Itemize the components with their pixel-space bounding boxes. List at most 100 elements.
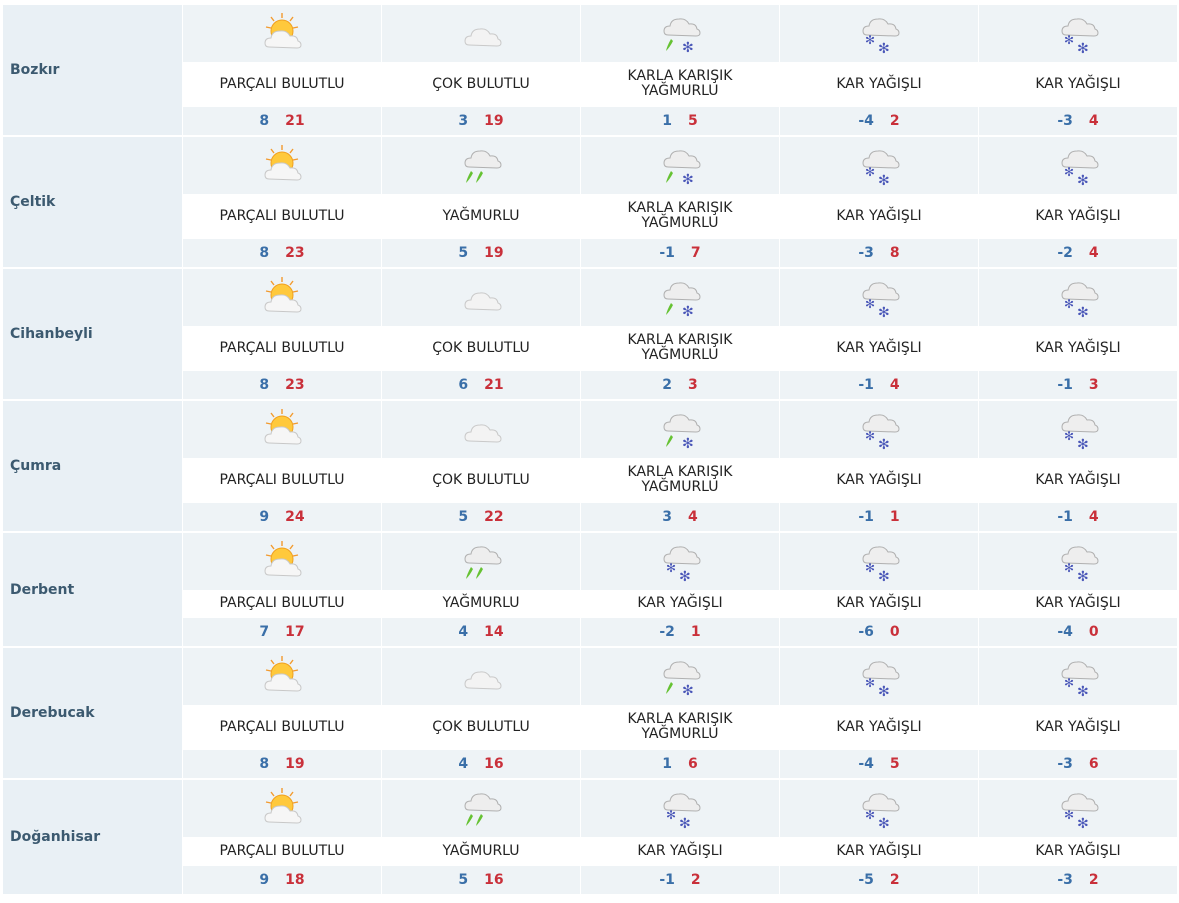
max-temperature: 2	[889, 872, 900, 889]
svg-text:✻: ✻	[1064, 429, 1074, 443]
condition-cell: PARÇALI BULUTLU	[183, 325, 382, 372]
condition-cell: KAR YAĞIŞLI	[581, 836, 780, 867]
temperature-cell: -3 6	[979, 750, 1177, 778]
max-temperature: 23	[285, 377, 305, 394]
max-temperature: 17	[285, 624, 305, 641]
svg-text:✻: ✻	[865, 561, 875, 575]
condition-cell: KAR YAĞIŞLI	[780, 325, 979, 372]
max-temperature: 0	[889, 624, 900, 641]
condition-cell: KARLA KARIŞIK YAĞMURLU	[581, 193, 780, 240]
snow-icon: ✻ ✻	[979, 137, 1177, 194]
max-temperature: 4	[1088, 113, 1099, 130]
forecast-row: Derbent ✻ ✻ ✻ ✻ ✻ ✻ PARÇALI BULUTLU YAĞMURLU KAR …	[3, 533, 1177, 647]
temperature-cell: 8 21	[183, 107, 382, 135]
max-temperature: 19	[484, 113, 504, 130]
min-temperature: -4	[858, 113, 874, 130]
svg-text:✻: ✻	[878, 173, 890, 187]
svg-text:✻: ✻	[1064, 33, 1074, 47]
condition-cell: PARÇALI BULUTLU	[183, 589, 382, 619]
condition-text: KAR YAĞIŞLI	[637, 595, 723, 612]
max-temperature: 5	[688, 113, 698, 130]
min-temperature: -5	[858, 872, 874, 889]
condition-text: PARÇALI BULUTLU	[219, 207, 345, 224]
condition-text: KAR YAĞIŞLI	[836, 842, 922, 859]
svg-text:✻: ✻	[682, 436, 694, 451]
city-name: Bozkır	[3, 5, 183, 135]
min-temperature: 9	[259, 509, 270, 526]
max-temperature: 1	[690, 624, 701, 641]
condition-text: KARLA KARIŞIK YAĞMURLU	[627, 464, 733, 496]
snow-icon: ✻ ✻	[780, 401, 979, 458]
city-name: Derbent	[3, 533, 183, 646]
min-temperature: 3	[458, 113, 469, 130]
condition-text: ÇOK BULUTLU	[432, 471, 530, 488]
svg-text:✻: ✻	[682, 40, 694, 55]
condition-text: KAR YAĞIŞLI	[1035, 75, 1121, 92]
city-name: Cihanbeyli	[3, 269, 183, 399]
condition-text: PARÇALI BULUTLU	[219, 842, 345, 859]
snow-icon: ✻ ✻	[979, 533, 1177, 590]
condition-text: KAR YAĞIŞLI	[836, 207, 922, 224]
min-temperature: -1	[858, 377, 874, 394]
snow-icon: ✻ ✻	[979, 269, 1177, 326]
snow-icon: ✻ ✻	[581, 780, 780, 837]
min-temperature: -3	[1057, 113, 1073, 130]
max-temperature: 4	[688, 509, 698, 526]
temperature-cell: 34	[581, 503, 780, 531]
svg-text:✻: ✻	[1077, 305, 1089, 319]
svg-text:✻: ✻	[865, 33, 875, 47]
min-temperature: -3	[1057, 872, 1073, 889]
sleet-icon: ✻	[581, 648, 780, 705]
temperature-cell: -4 2	[780, 107, 979, 135]
condition-cell: PARÇALI BULUTLU	[183, 193, 382, 240]
min-temperature: 8	[259, 756, 270, 773]
temperature-cell: 5 19	[382, 239, 581, 267]
svg-text:✻: ✻	[1077, 437, 1089, 451]
condition-cell: KARLA KARIŞIK YAĞMURLU	[581, 61, 780, 108]
svg-text:✻: ✻	[878, 684, 890, 698]
condition-text: KAR YAĞIŞLI	[637, 842, 723, 859]
condition-text: KAR YAĞIŞLI	[1035, 718, 1121, 735]
max-temperature: 6	[1088, 756, 1099, 773]
temperature-cell: -5 2	[780, 866, 979, 894]
min-temperature: 8	[259, 377, 270, 394]
condition-text: KARLA KARIŞIK YAĞMURLU	[627, 332, 733, 364]
temperature-cell: 9 18	[183, 866, 382, 894]
temperature-cell: -1 4	[979, 503, 1177, 531]
svg-text:✻: ✻	[865, 429, 875, 443]
condition-cell: ÇOK BULUTLU	[382, 61, 581, 108]
svg-text:✻: ✻	[666, 808, 676, 822]
temperature-cell: -1 4	[780, 371, 979, 399]
min-temperature: 4	[458, 624, 469, 641]
snow-icon: ✻ ✻	[979, 5, 1177, 62]
min-temperature: -4	[1057, 624, 1073, 641]
svg-text:✻: ✻	[878, 41, 890, 55]
min-temperature: -3	[858, 245, 874, 262]
max-temperature: 2	[690, 872, 701, 889]
condition-cell: KAR YAĞIŞLI	[979, 326, 1177, 372]
condition-text: KAR YAĞIŞLI	[836, 595, 922, 612]
svg-text:✻: ✻	[1064, 297, 1074, 311]
temperature-cell: 4 14	[382, 618, 581, 646]
svg-text:✻: ✻	[1064, 561, 1074, 575]
condition-text: PARÇALI BULUTLU	[219, 339, 345, 356]
sleet-icon: ✻	[581, 137, 780, 194]
partly-cloudy-icon	[183, 401, 382, 458]
condition-cell: KAR YAĞIŞLI	[979, 458, 1177, 504]
svg-text:✻: ✻	[679, 816, 691, 830]
max-temperature: 4	[1088, 245, 1099, 262]
condition-text: KAR YAĞIŞLI	[836, 75, 922, 92]
svg-text:✻: ✻	[1077, 816, 1089, 830]
svg-text:✻: ✻	[1064, 676, 1074, 690]
snow-icon: ✻ ✻	[780, 648, 979, 705]
svg-text:✻: ✻	[682, 304, 694, 319]
min-temperature: 6	[458, 377, 469, 394]
condition-text: ÇOK BULUTLU	[432, 339, 530, 356]
partly-cloudy-icon	[183, 269, 382, 326]
cloudy-icon	[382, 401, 581, 458]
partly-cloudy-icon	[183, 533, 382, 590]
temperature-cell: 5 22	[382, 503, 581, 531]
city-name: Çumra	[3, 401, 183, 531]
max-temperature: 5	[889, 756, 900, 773]
condition-text: KAR YAĞIŞLI	[836, 718, 922, 735]
